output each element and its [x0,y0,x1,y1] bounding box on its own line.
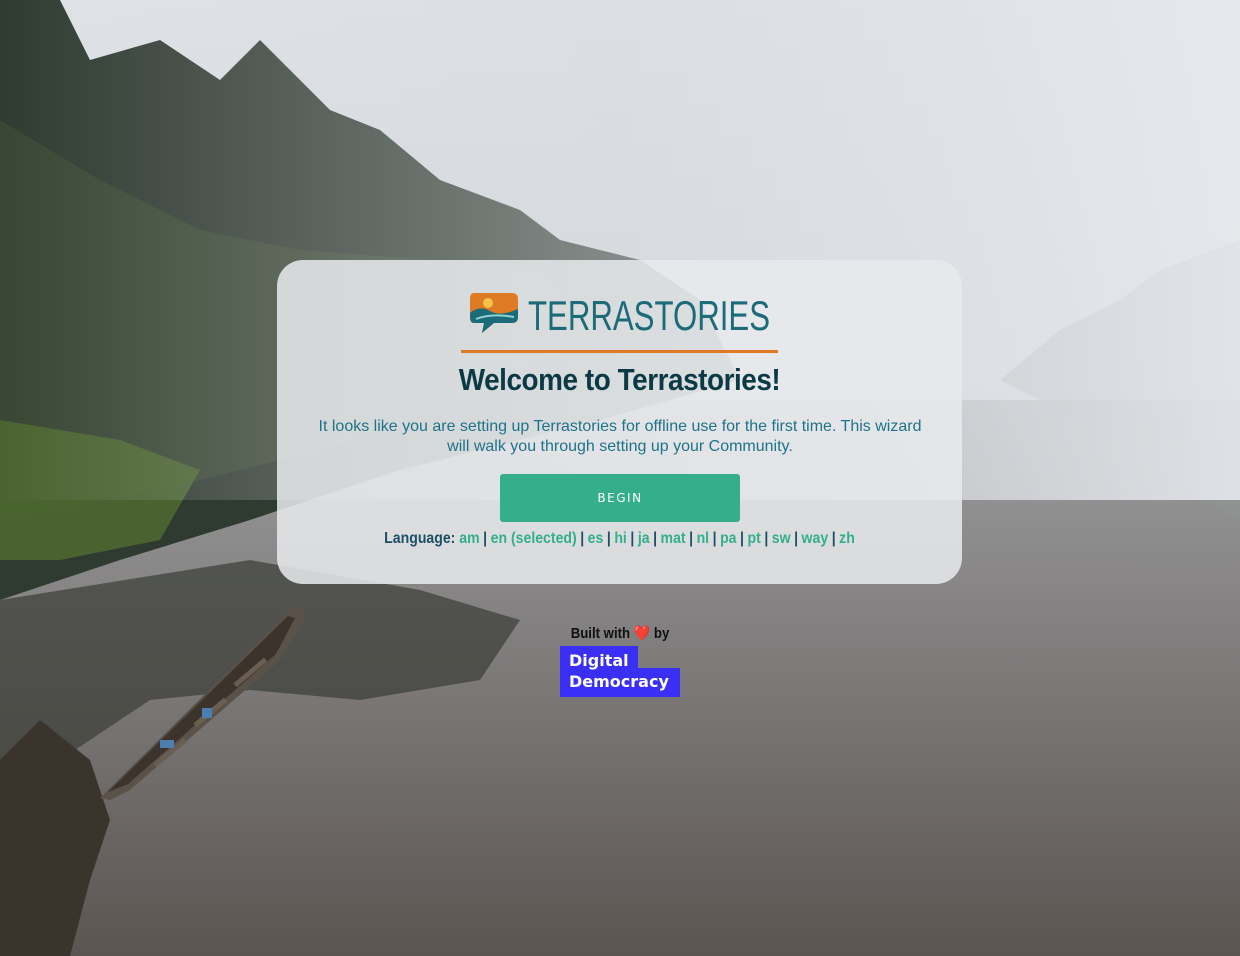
begin-button[interactable]: BEGIN [500,474,740,522]
language-option-ja[interactable]: ja [638,530,650,547]
built-with-prefix: Built with [570,625,631,642]
digital-democracy-logo[interactable]: Digital Democracy [560,646,680,697]
terrastories-logo: TERRASTORIES [470,292,770,337]
language-option-es[interactable]: es [588,530,604,547]
heart-icon: ❤️ [633,625,651,642]
language-selector: Language: am | en (selected) | es | hi | ja | mat |… [384,530,855,547]
language-option-zh[interactable]: zh [839,530,855,547]
logo-underline [461,350,778,353]
page-title: Welcome to Terrastories! [458,362,781,397]
org-line1: Digital [569,651,629,670]
built-with-credit: Built with ❤️ by [550,624,691,642]
speech-bubble-landscape-icon [470,293,518,333]
language-option-am[interactable]: am [459,530,479,547]
language-option-pt[interactable]: pt [747,530,760,547]
language-option-mat[interactable]: mat [661,530,686,547]
logo-wordmark: TERRASTORIES [528,292,770,337]
language-option-nl[interactable]: nl [697,530,710,547]
language-label: Language: [384,530,456,547]
built-with-suffix: by [653,625,670,642]
intro-text: It looks like you are setting up Terrast… [318,418,922,455]
language-option-hi[interactable]: hi [614,530,627,547]
org-line2: Democracy [569,672,669,691]
language-option-en[interactable]: en (selected) [491,530,577,547]
language-option-way[interactable]: way [802,530,829,547]
language-option-sw[interactable]: sw [772,530,791,547]
language-option-pa[interactable]: pa [720,530,736,547]
